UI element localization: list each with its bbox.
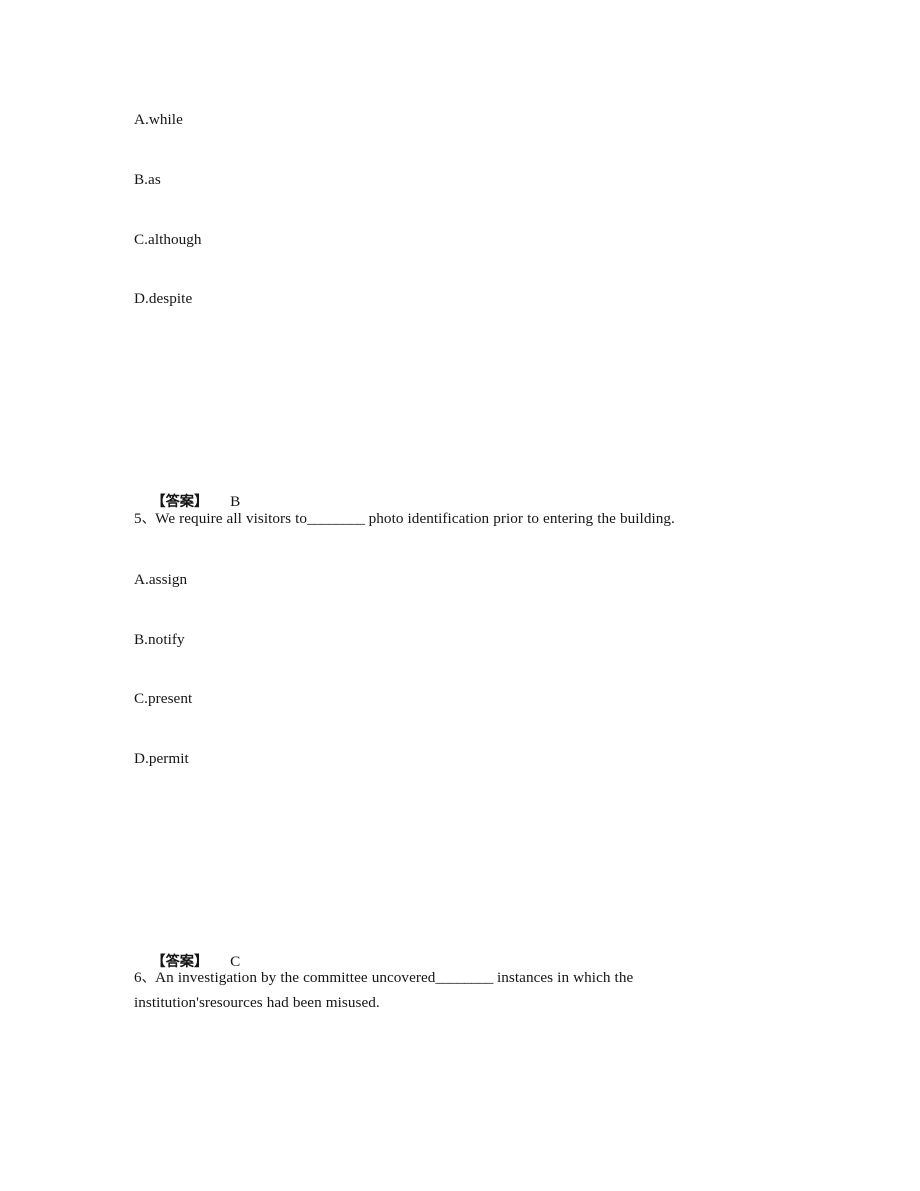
option-row-5a[interactable]: A.assign [134,568,187,591]
option-row-5d[interactable]: D.permit [134,747,189,770]
question-text-before-blank-6: An investigation by the committee uncove… [155,969,436,986]
question-stem-6: 6、An investigation by the committee unco… [134,966,719,1014]
question-text-after-blank-5: photo identification prior to entering t… [364,510,675,527]
question-number-comma-6: 、 [141,970,156,986]
option-row-5b[interactable]: B.notify [134,628,185,651]
question-number-6: 6 [134,969,142,986]
question-stem-5: 5、We require all visitors to________ pho… [134,507,784,531]
option-row-c[interactable]: C.although [134,228,202,251]
option-row-5c[interactable]: C.present [134,687,192,710]
question-text-before-blank-5: We require all visitors to [155,510,308,527]
option-row-b[interactable]: B.as [134,168,161,191]
question-number-5: 5 [134,510,142,527]
option-row-a[interactable]: A.while [134,108,183,131]
fill-in-blank-5[interactable]: ________ [307,510,365,527]
question-number-comma-5: 、 [141,511,156,527]
option-row-d[interactable]: D.despite [134,287,192,310]
document-page: A.while B.as C.although D.despite 【答案】 B … [0,0,920,1191]
fill-in-blank-6[interactable]: ________ [435,969,493,986]
